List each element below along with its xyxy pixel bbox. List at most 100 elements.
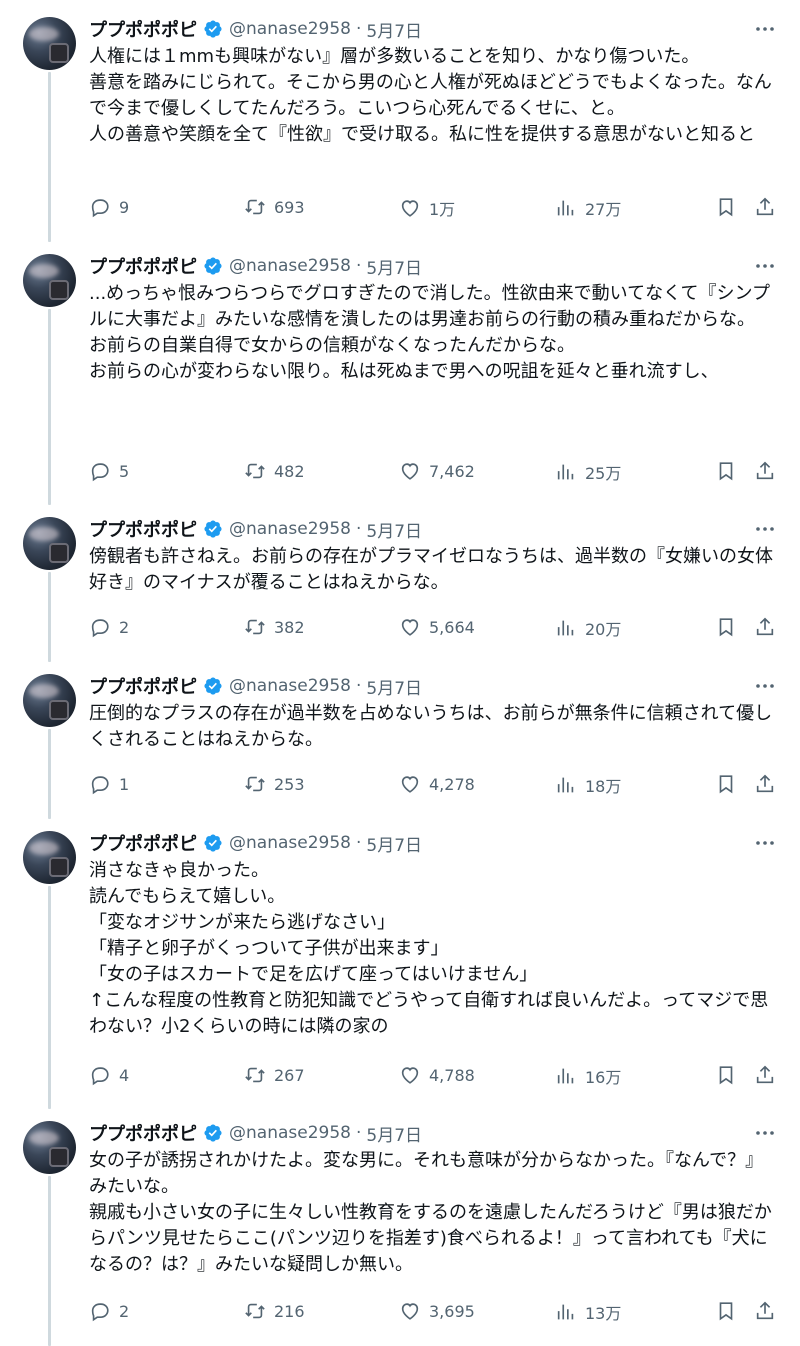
user-handle[interactable]: @nanase2958 [229, 676, 351, 696]
share-button[interactable] [754, 1064, 776, 1086]
views-button[interactable]: 13万 [555, 1300, 621, 1324]
share-button[interactable] [754, 460, 776, 482]
tweet-date[interactable]: 5月7日 [366, 517, 422, 542]
like-button[interactable]: 1万 [399, 196, 455, 220]
more-dots-icon[interactable] [754, 522, 776, 536]
reply-button[interactable]: 2 [89, 616, 129, 638]
user-handle[interactable]: @nanase2958 [229, 1123, 351, 1143]
separator-dot: · [355, 833, 362, 853]
avatar[interactable] [23, 831, 76, 884]
views-button[interactable]: 16万 [555, 1064, 621, 1088]
share-icon [756, 1065, 774, 1084]
like-button[interactable]: 5,664 [399, 616, 475, 638]
more-dots-icon[interactable] [754, 836, 776, 850]
bookmark-button[interactable] [715, 1064, 737, 1086]
more-dots-icon[interactable] [754, 1126, 776, 1140]
display-name[interactable]: ププポポポピ [89, 16, 197, 42]
display-name[interactable]: ププポポポピ [89, 673, 197, 699]
views-button[interactable]: 18万 [555, 773, 621, 797]
like-button[interactable]: 4,788 [399, 1064, 475, 1086]
avatar[interactable] [23, 17, 76, 70]
tweet-date[interactable]: 5月7日 [366, 831, 422, 856]
retweet-button[interactable]: 382 [244, 616, 305, 638]
bookmark-button[interactable] [715, 616, 737, 638]
thread-line [48, 72, 51, 242]
tweet-date[interactable]: 5月7日 [366, 674, 422, 699]
thread-line [48, 886, 51, 1109]
retweet-count: 482 [274, 461, 305, 481]
user-handle[interactable]: @nanase2958 [229, 19, 351, 39]
thread-line [48, 572, 51, 662]
avatar[interactable] [23, 674, 76, 727]
views-count: 16万 [585, 1068, 622, 1087]
tweet-header: ププポポポピ @nanase2958 · 5月7日 [89, 516, 422, 542]
views-chart-icon [557, 200, 574, 216]
tweet-actions: 2 216 3,695 13万 [89, 1300, 779, 1326]
user-handle[interactable]: @nanase2958 [229, 519, 351, 539]
views-button[interactable]: 20万 [555, 616, 621, 640]
bookmark-button[interactable] [715, 460, 737, 482]
tweet-header: ププポポポピ @nanase2958 · 5月7日 [89, 673, 422, 699]
separator-dot: · [355, 256, 362, 276]
views-button[interactable]: 25万 [555, 460, 621, 484]
more-dots-icon[interactable] [754, 22, 776, 36]
reply-button[interactable]: 9 [89, 196, 129, 218]
avatar[interactable] [23, 1121, 76, 1174]
more-dots-icon[interactable] [754, 259, 776, 273]
display-name[interactable]: ププポポポピ [89, 1120, 197, 1146]
retweet-icon [245, 776, 265, 792]
bookmark-icon [719, 198, 733, 217]
bookmark-button[interactable] [715, 196, 737, 218]
tweet[interactable]: ププポポポピ @nanase2958 · 5月7日 消さなきゃ良かった。 読んで… [0, 814, 800, 1109]
tweet[interactable]: ププポポポピ @nanase2958 · 5月7日 傍観者も許さねえ。お前らの存… [0, 500, 800, 662]
reply-button[interactable]: 5 [89, 460, 129, 482]
share-button[interactable] [754, 1300, 776, 1322]
share-button[interactable] [754, 196, 776, 218]
verified-badge-icon [204, 677, 222, 695]
retweet-button[interactable]: 253 [244, 773, 305, 795]
like-button[interactable]: 3,695 [399, 1300, 475, 1322]
reply-button[interactable]: 2 [89, 1300, 129, 1322]
display-name[interactable]: ププポポポピ [89, 516, 197, 542]
reply-button[interactable]: 4 [89, 1064, 129, 1086]
avatar[interactable] [23, 254, 76, 307]
display-name[interactable]: ププポポポピ [89, 830, 197, 856]
tweet-date[interactable]: 5月7日 [366, 1121, 422, 1146]
avatar[interactable] [23, 517, 76, 570]
tweet-date[interactable]: 5月7日 [366, 254, 422, 279]
share-button[interactable] [754, 773, 776, 795]
views-button[interactable]: 27万 [555, 196, 621, 220]
share-button[interactable] [754, 616, 776, 638]
display-name[interactable]: ププポポポピ [89, 253, 197, 279]
tweet-text: 圧倒的なプラスの存在が過半数を占めないうちは、お前らが無条件に信頼されて優しくさ… [89, 703, 773, 750]
retweet-icon [245, 199, 265, 215]
separator-dot: · [355, 19, 362, 39]
tweet[interactable]: ププポポポピ @nanase2958 · 5月7日 人権には１mmも興味がない』… [0, 0, 800, 242]
tweet-actions: 4 267 4,788 16万 [89, 1064, 779, 1090]
bookmark-icon [719, 462, 733, 481]
like-button[interactable]: 7,462 [399, 460, 475, 482]
heart-icon [401, 1067, 419, 1084]
bookmark-button[interactable] [715, 1300, 737, 1322]
retweet-button[interactable]: 267 [244, 1064, 305, 1086]
retweet-button[interactable]: 482 [244, 460, 305, 482]
reply-button[interactable]: 1 [89, 773, 129, 795]
tweet-date[interactable]: 5月7日 [366, 17, 422, 42]
tweet[interactable]: ププポポポピ @nanase2958 · 5月7日 圧倒的なプラスの存在が過半数… [0, 657, 800, 819]
user-handle[interactable]: @nanase2958 [229, 833, 351, 853]
like-count: 7,462 [429, 461, 475, 481]
verified-badge-icon [204, 834, 222, 852]
user-handle[interactable]: @nanase2958 [229, 256, 351, 276]
bookmark-button[interactable] [715, 773, 737, 795]
tweet-text: 人権には１mmも興味がない』層が多数いることを知り、かなり傷ついた。 善意を踏み… [89, 46, 772, 145]
more-dots-icon[interactable] [754, 679, 776, 693]
reply-icon [91, 619, 109, 638]
views-chart-icon [557, 777, 574, 793]
like-button[interactable]: 4,278 [399, 773, 475, 795]
tweet[interactable]: ププポポポピ @nanase2958 · 5月7日 ...めっちゃ恨みつらつらで… [0, 237, 800, 505]
tweet[interactable]: ププポポポピ @nanase2958 · 5月7日 女の子が誘拐されかけたよ。変… [0, 1104, 800, 1346]
retweet-button[interactable]: 693 [244, 196, 305, 218]
tweet-header: ププポポポピ @nanase2958 · 5月7日 [89, 830, 422, 856]
views-count: 25万 [585, 464, 622, 483]
retweet-button[interactable]: 216 [244, 1300, 305, 1322]
